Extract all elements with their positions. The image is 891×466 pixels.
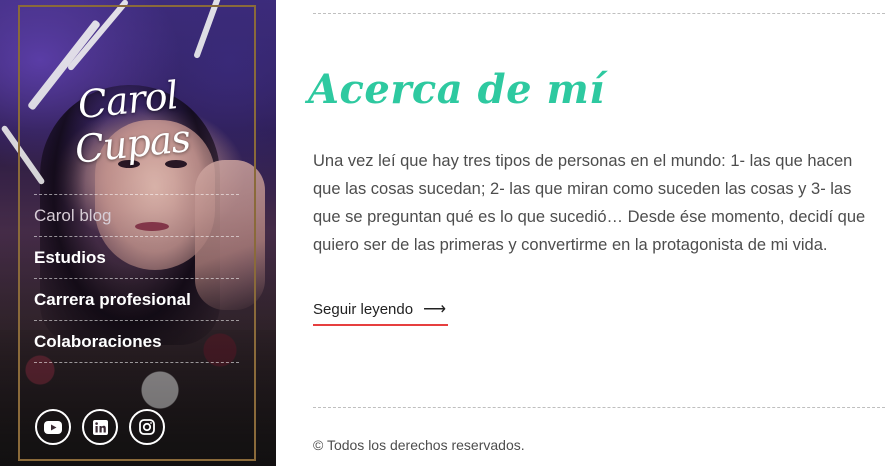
linkedin-icon xyxy=(92,419,108,435)
nav-divider xyxy=(34,362,239,364)
nav-item-colaboraciones[interactable]: Colaboraciones xyxy=(34,320,239,362)
social-links xyxy=(35,409,165,445)
about-paragraph: Una vez leí que hay tres tipos de person… xyxy=(313,152,866,254)
content-top-divider xyxy=(313,13,885,14)
youtube-icon xyxy=(44,420,62,434)
nav-item-estudios[interactable]: Estudios xyxy=(34,236,239,278)
read-more-link[interactable]: Seguir leyendo ⟶ xyxy=(313,294,449,326)
copyright-text: © Todos los derechos reservados. xyxy=(313,437,525,453)
nav-item-carrera-profesional[interactable]: Carrera profesional xyxy=(34,278,239,320)
instagram-icon xyxy=(139,419,155,435)
read-more-label: Seguir leyendo xyxy=(313,300,414,318)
sidebar: Carol Cupas Carol blog Estudios Carrera … xyxy=(0,0,276,466)
nav-item-carol-blog[interactable]: Carol blog xyxy=(34,194,239,236)
instagram-button[interactable] xyxy=(129,409,165,445)
footer-divider xyxy=(313,407,885,408)
sidebar-nav: Carol blog Estudios Carrera profesional … xyxy=(34,194,239,364)
linkedin-button[interactable] xyxy=(82,409,118,445)
youtube-button[interactable] xyxy=(35,409,71,445)
arrow-right-icon: ⟶ xyxy=(423,301,447,318)
page-title: Acerca de mí xyxy=(308,66,605,113)
